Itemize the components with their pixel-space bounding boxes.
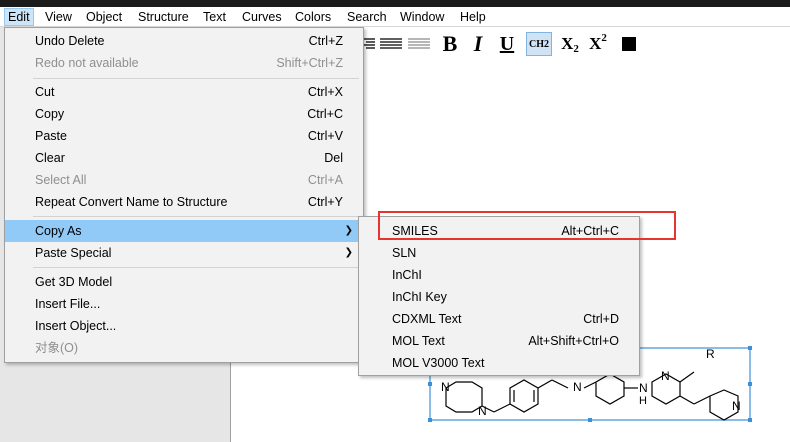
menu-separator	[33, 267, 359, 268]
menu-item-mol-text[interactable]: MOL Text Alt+Shift+Ctrl+O	[359, 330, 639, 352]
atom-label-n2: N	[478, 404, 487, 418]
menu-separator	[33, 216, 359, 217]
menu-item-repeat-convert[interactable]: Repeat Convert Name to Structure Ctrl+Y	[5, 191, 363, 213]
atom-label-n3: N	[573, 380, 582, 394]
menu-item-redo: Redo not available Shift+Ctrl+Z	[35, 56, 343, 70]
align-right-icon[interactable]	[362, 31, 376, 57]
menu-item-sln[interactable]: SLN	[359, 242, 639, 264]
menu-view[interactable]: View	[41, 8, 76, 26]
menu-item-cut[interactable]: Cut Ctrl+X	[5, 81, 363, 103]
atom-label-n5: N	[661, 369, 670, 383]
menu-help[interactable]: Help	[456, 8, 490, 26]
full-justify-icon[interactable]	[406, 31, 432, 57]
atom-label-r: R	[706, 347, 715, 361]
bold-button[interactable]: B	[438, 31, 462, 57]
italic-button[interactable]: I	[468, 31, 488, 57]
atom-label-n6: N	[732, 399, 741, 413]
menu-item-inchi[interactable]: InChI	[359, 264, 639, 286]
menu-separator	[33, 78, 359, 79]
menu-bar: Edit View Object Structure Text Curves C…	[0, 7, 790, 27]
menu-colors[interactable]: Colors	[291, 8, 335, 26]
menu-item-inchi-key[interactable]: InChI Key	[359, 286, 639, 308]
superscript-button[interactable]: X2	[586, 31, 610, 57]
window-title-bar	[0, 0, 790, 7]
menu-object[interactable]: Object	[82, 8, 126, 26]
menu-item-insert-object[interactable]: Insert Object...	[5, 315, 363, 337]
menu-item-object: 对象(O)	[35, 341, 79, 355]
atom-label-n1: N	[441, 380, 450, 394]
atom-label-n4: N	[639, 381, 648, 395]
menu-item-paste[interactable]: Paste Ctrl+V	[5, 125, 363, 147]
menu-item-select-all: Select All Ctrl+A	[35, 173, 343, 187]
menu-item-clear[interactable]: Clear Del	[5, 147, 363, 169]
menu-window[interactable]: Window	[396, 8, 448, 26]
menu-edit[interactable]: Edit	[4, 8, 34, 26]
menu-item-paste-special[interactable]: Paste Special ❯	[5, 242, 363, 264]
justify-icon[interactable]	[378, 31, 404, 57]
menu-item-insert-file[interactable]: Insert File...	[5, 293, 363, 315]
menu-item-get-3d-model[interactable]: Get 3D Model	[5, 271, 363, 293]
copy-as-submenu: SMILES Alt+Ctrl+C SLN InChI InChI Key CD…	[358, 216, 640, 376]
smiles-highlight-callout	[378, 211, 676, 240]
menu-item-copy-as[interactable]: Copy As ❯	[5, 220, 363, 242]
underline-button[interactable]: U	[496, 31, 518, 57]
chemical-style-button[interactable]: CH2	[526, 32, 552, 56]
menu-item-cdxml-text[interactable]: CDXML Text Ctrl+D	[359, 308, 639, 330]
chevron-right-icon: ❯	[344, 247, 353, 258]
subscript-button[interactable]: X2	[558, 31, 582, 57]
menu-item-copy[interactable]: Copy Ctrl+C	[5, 103, 363, 125]
menu-text[interactable]: Text	[199, 8, 230, 26]
atom-label-h: H	[639, 395, 647, 407]
menu-structure[interactable]: Structure	[134, 8, 193, 26]
menu-item-mol-v3000-text[interactable]: MOL V3000 Text	[359, 352, 639, 374]
menu-item-undo-delete[interactable]: Undo Delete Ctrl+Z	[5, 30, 363, 52]
chevron-right-icon: ❯	[344, 225, 353, 236]
edit-menu: Undo Delete Ctrl+Z Redo not available Sh…	[4, 27, 364, 363]
color-swatch-icon[interactable]	[620, 31, 638, 57]
menu-curves[interactable]: Curves	[238, 8, 286, 26]
menu-search[interactable]: Search	[343, 8, 391, 26]
